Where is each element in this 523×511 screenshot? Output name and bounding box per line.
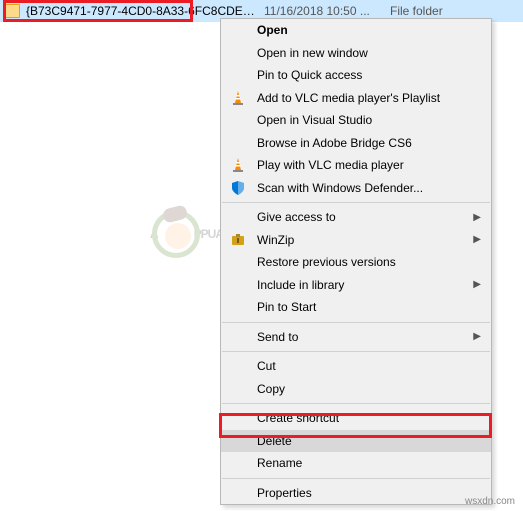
chevron-right-icon: ▶ (473, 279, 481, 290)
menu-open-visual-studio[interactable]: Open in Visual Studio (221, 109, 491, 132)
file-type: File folder (376, 4, 443, 18)
chevron-right-icon: ▶ (473, 212, 481, 223)
context-menu: Open Open in new window Pin to Quick acc… (220, 18, 492, 505)
menu-label: Pin to Quick access (257, 68, 461, 82)
menu-separator (222, 322, 490, 323)
menu-label: Rename (257, 456, 461, 470)
menu-add-to-vlc[interactable]: Add to VLC media player's Playlist (221, 87, 491, 110)
menu-delete[interactable]: Delete (221, 430, 491, 453)
menu-restore-previous[interactable]: Restore previous versions (221, 251, 491, 274)
menu-create-shortcut[interactable]: Create shortcut (221, 407, 491, 430)
menu-properties[interactable]: Properties (221, 482, 491, 505)
file-name: {B73C9471-7977-4CD0-8A33-6FC8CDE97… (26, 4, 256, 18)
menu-send-to[interactable]: Send to ▶ (221, 326, 491, 349)
chevron-right-icon: ▶ (473, 234, 481, 245)
winzip-icon (229, 231, 247, 249)
file-date: 11/16/2018 10:50 ... (256, 4, 376, 18)
menu-open-new-window[interactable]: Open in new window (221, 42, 491, 65)
watermark-wsxdn: wsxdn.com (465, 496, 515, 507)
menu-scan-defender[interactable]: Scan with Windows Defender... (221, 177, 491, 200)
menu-separator (222, 478, 490, 479)
vlc-cone-icon (229, 156, 247, 174)
menu-label: Play with VLC media player (257, 158, 461, 172)
menu-label: Send to (257, 330, 461, 344)
menu-label: Give access to (257, 210, 461, 224)
menu-label: WinZip (257, 233, 461, 247)
menu-label: Open (257, 23, 461, 37)
menu-label: Restore previous versions (257, 255, 461, 269)
menu-pin-quick-access[interactable]: Pin to Quick access (221, 64, 491, 87)
menu-label: Create shortcut (257, 411, 461, 425)
menu-pin-to-start[interactable]: Pin to Start (221, 296, 491, 319)
menu-give-access-to[interactable]: Give access to ▶ (221, 206, 491, 229)
menu-rename[interactable]: Rename (221, 452, 491, 475)
chevron-right-icon: ▶ (473, 331, 481, 342)
menu-include-in-library[interactable]: Include in library ▶ (221, 274, 491, 297)
menu-copy[interactable]: Copy (221, 378, 491, 401)
menu-separator (222, 202, 490, 203)
menu-label: Delete (257, 434, 461, 448)
menu-label: Pin to Start (257, 300, 461, 314)
menu-play-vlc[interactable]: Play with VLC media player (221, 154, 491, 177)
folder-icon (4, 4, 20, 18)
menu-label: Scan with Windows Defender... (257, 181, 461, 195)
menu-separator (222, 403, 490, 404)
menu-label: Open in Visual Studio (257, 113, 461, 127)
shield-icon (229, 179, 247, 197)
menu-winzip[interactable]: WinZip ▶ (221, 229, 491, 252)
menu-label: Cut (257, 359, 461, 373)
menu-label: Copy (257, 382, 461, 396)
menu-browse-adobe-bridge[interactable]: Browse in Adobe Bridge CS6 (221, 132, 491, 155)
menu-separator (222, 351, 490, 352)
menu-label: Browse in Adobe Bridge CS6 (257, 136, 461, 150)
menu-label: Properties (257, 486, 461, 500)
menu-label: Add to VLC media player's Playlist (257, 91, 461, 105)
vlc-cone-icon (229, 89, 247, 107)
menu-open[interactable]: Open (221, 19, 491, 42)
menu-cut[interactable]: Cut (221, 355, 491, 378)
menu-label: Open in new window (257, 46, 461, 60)
menu-label: Include in library (257, 278, 461, 292)
